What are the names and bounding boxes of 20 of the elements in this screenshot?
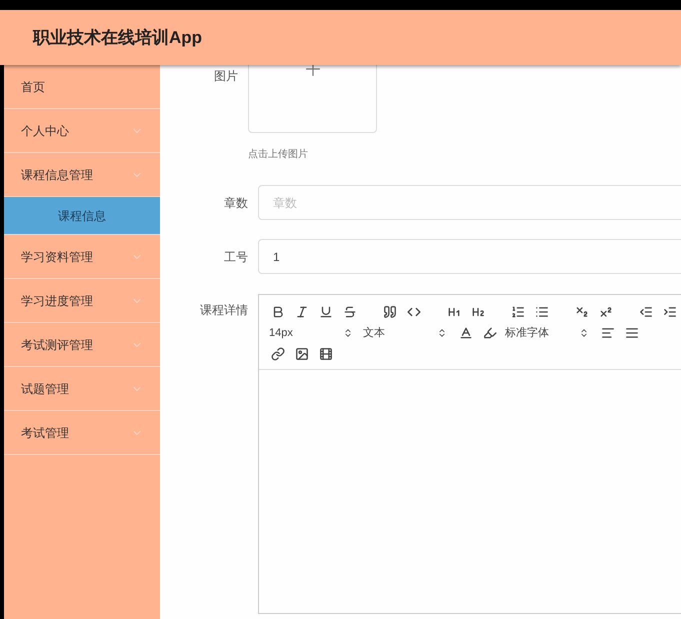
- toolbar-select[interactable]: 文本: [363, 324, 451, 342]
- link-icon[interactable]: [269, 345, 287, 363]
- field-label: 章数: [223, 194, 249, 212]
- toolbar-select[interactable]: 14px: [269, 324, 357, 342]
- upload-hint: 点击上传图片: [248, 148, 309, 162]
- quote-icon[interactable]: [381, 303, 399, 321]
- rich-text-editor[interactable]: 14px 文本 标准字体: [258, 294, 681, 614]
- app-title: 职业技术在线培训App: [33, 26, 202, 49]
- video-icon[interactable]: [317, 345, 335, 363]
- sort-arrows-icon: [579, 328, 589, 338]
- field-label: 图片: [213, 68, 239, 85]
- sort-arrows-icon: [437, 328, 447, 338]
- text-field[interactable]: 章数: [258, 185, 681, 220]
- toolbar-select[interactable]: 标准字体: [505, 324, 593, 342]
- field-label: 工号: [223, 248, 249, 266]
- field-label: 课程详情: [199, 302, 249, 319]
- sort-arrows-icon: [343, 328, 353, 338]
- image-icon[interactable]: [293, 345, 311, 363]
- text-field[interactable]: 1: [258, 239, 681, 274]
- sidebar-subitem[interactable]: 课程信息: [4, 197, 160, 235]
